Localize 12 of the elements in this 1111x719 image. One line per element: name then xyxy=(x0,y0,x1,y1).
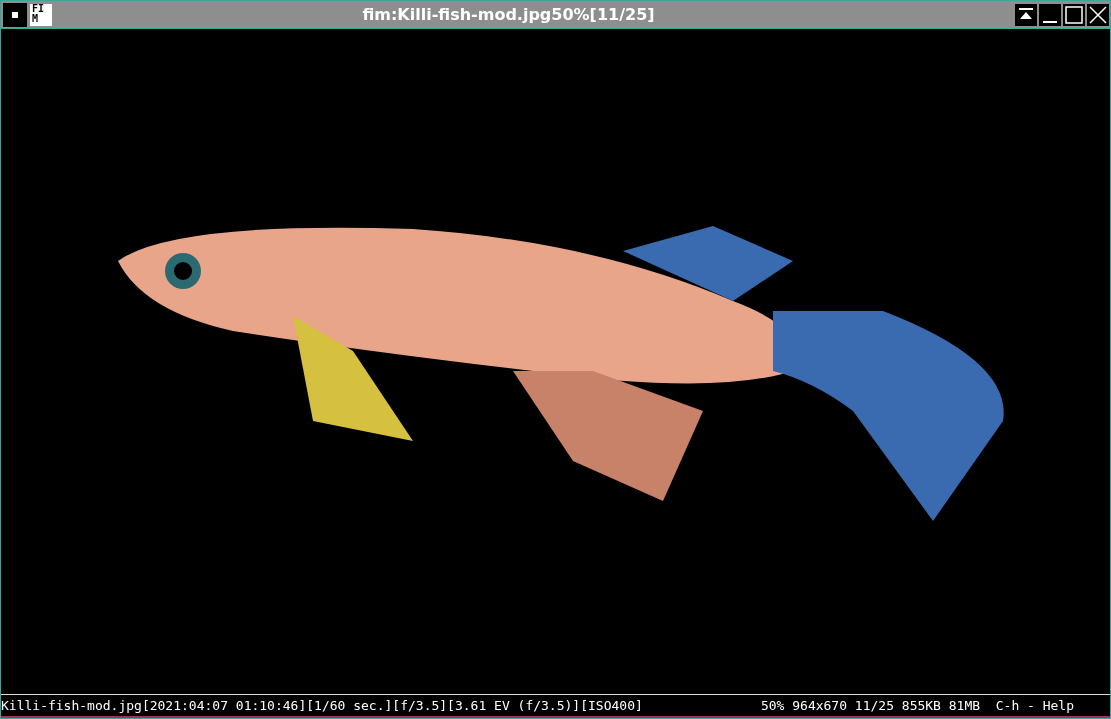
minimize-icon xyxy=(1043,20,1057,23)
file-info-text: Killi-fish-mod.jpg[2021:04:07 01:10:46][1/60 sec.][f/3.5][3.61 EV (f/3.5)][ISO400] xyxy=(1,698,643,713)
maximize-button[interactable] xyxy=(1063,3,1085,26)
view-info-text: 50% 964x670 11/25 855KB 81MB C-h - Help xyxy=(760,698,1074,713)
window-menu-button[interactable] xyxy=(3,2,27,27)
close-icon xyxy=(1088,4,1108,25)
close-button[interactable] xyxy=(1087,3,1109,26)
shade-button[interactable] xyxy=(1015,3,1037,26)
window-title: fim:Killi-fish-mod.jpg50%[11/25] xyxy=(361,5,656,24)
minimize-button[interactable] xyxy=(1039,3,1061,26)
maximize-icon xyxy=(1064,4,1084,25)
app-icon: FI M xyxy=(30,3,52,26)
